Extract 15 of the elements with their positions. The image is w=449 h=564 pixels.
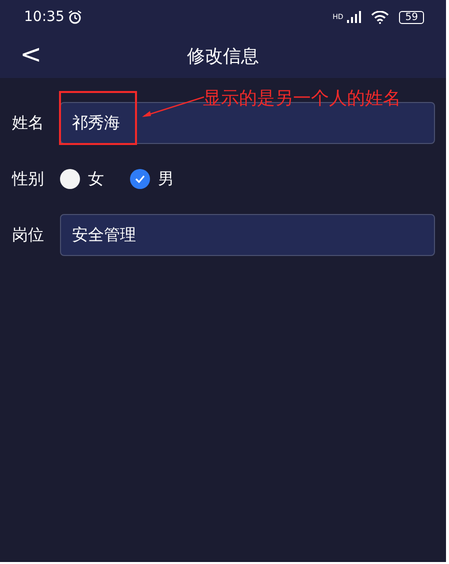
field-label: 性别	[12, 168, 44, 190]
radio-option[interactable]: 男	[130, 168, 174, 190]
page-title: 修改信息	[187, 45, 259, 68]
alarm-icon	[68, 10, 82, 24]
back-button[interactable]: <	[14, 40, 48, 70]
field-label: 姓名	[12, 112, 44, 134]
wifi-icon	[371, 10, 390, 24]
status-time: 10:35	[24, 9, 64, 25]
battery-indicator: 59	[399, 10, 424, 24]
input-field[interactable]: 安全管理	[60, 214, 435, 256]
pointer-arrow	[141, 96, 205, 118]
signal-icon	[347, 11, 362, 23]
check-icon	[135, 175, 145, 183]
field-label: 岗位	[12, 224, 44, 246]
radio-option[interactable]: 女	[60, 168, 104, 190]
